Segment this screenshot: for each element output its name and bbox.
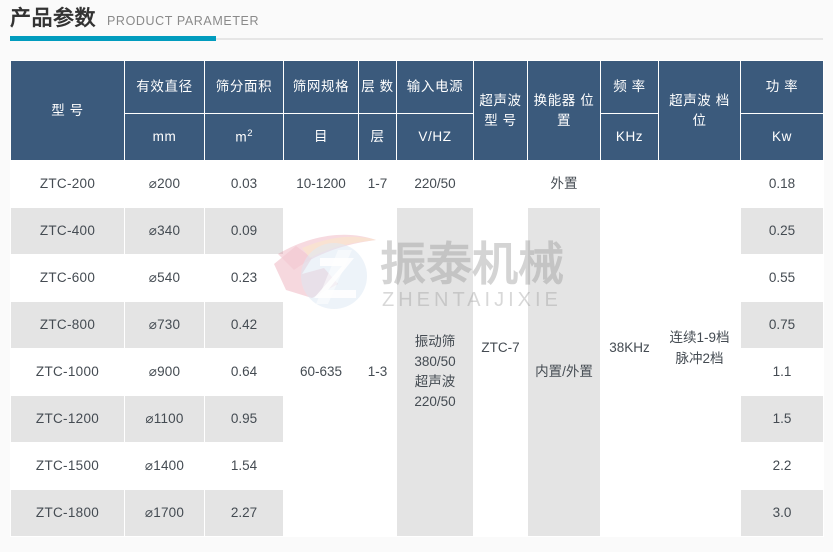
table-body: ZTC-200 ⌀200 0.03 10-1200 1-7 220/50 ZTC… [11, 161, 824, 537]
cell-diameter: ⌀540 [125, 255, 205, 302]
cell-power: 0.18 [741, 161, 824, 208]
cell-diameter: ⌀1700 [125, 490, 205, 537]
cell-diameter: ⌀1400 [125, 443, 205, 490]
cell-diameter: ⌀1100 [125, 396, 205, 443]
cell-model: ZTC-200 [11, 161, 125, 208]
unit-m2-base: m [235, 129, 247, 144]
col-header-ultrasonic-model: 超声波 型 号 [474, 61, 528, 161]
cell-power: 0.75 [741, 302, 824, 349]
cell-model: ZTC-400 [11, 208, 125, 255]
col-header-layers: 层 数 [359, 61, 397, 114]
table-header: 型 号 有效直径 筛分面积 筛网规格 层 数 输入电源 超声波 型 号 换能器 … [11, 61, 824, 161]
cell-model: ZTC-1800 [11, 490, 125, 537]
unit-header-mm: mm [125, 114, 205, 161]
col-header-effective-diameter: 有效直径 [125, 61, 205, 114]
col-header-mesh-spec: 筛网规格 [284, 61, 359, 114]
cell-power: 1.1 [741, 349, 824, 396]
cell-model: ZTC-1200 [11, 396, 125, 443]
unit-header-khz: KHz [601, 114, 659, 161]
cell-area: 2.27 [205, 490, 284, 537]
unit-header-mesh: 目 [284, 114, 359, 161]
cell-area: 0.95 [205, 396, 284, 443]
cell-power: 3.0 [741, 490, 824, 537]
cell-area: 0.42 [205, 302, 284, 349]
cell-input-power: 220/50 [397, 161, 474, 208]
cell-transducer-position: 外置 [528, 161, 601, 208]
cell-power: 2.2 [741, 443, 824, 490]
cell-mesh-spec: 60-635 [284, 208, 359, 537]
col-header-power: 功 率 [741, 61, 824, 114]
cell-layers: 1-3 [359, 208, 397, 537]
cell-area: 0.23 [205, 255, 284, 302]
page-subtitle: PRODUCT PARAMETER [107, 15, 259, 29]
heading-divider [10, 36, 823, 41]
unit-header-voltage: V/HZ [397, 114, 474, 161]
cell-power: 0.55 [741, 255, 824, 302]
unit-header-m2: m2 [205, 114, 284, 161]
page-title: 产品参数 [10, 8, 96, 29]
col-header-transducer-position: 换能器 位 置 [528, 61, 601, 161]
cell-diameter: ⌀900 [125, 349, 205, 396]
cell-diameter: ⌀730 [125, 302, 205, 349]
cell-layers: 1-7 [359, 161, 397, 208]
cell-model: ZTC-1500 [11, 443, 125, 490]
cell-model: ZTC-600 [11, 255, 125, 302]
cell-area: 0.64 [205, 349, 284, 396]
cell-model: ZTC-1000 [11, 349, 125, 396]
cell-diameter: ⌀340 [125, 208, 205, 255]
cell-transducer-position: 内置/外置 [528, 208, 601, 537]
col-header-input-power: 输入电源 [397, 61, 474, 114]
section-heading: 产品参数 PRODUCT PARAMETER [10, 8, 823, 38]
cell-ultrasonic-gear: 连续1-9档 脉冲2档 [659, 161, 741, 537]
cell-power: 1.5 [741, 396, 824, 443]
cell-area: 0.03 [205, 161, 284, 208]
col-header-screening-area: 筛分面积 [205, 61, 284, 114]
divider-accent-bar [10, 36, 216, 41]
col-header-ultrasonic-gear: 超声波 档 位 [659, 61, 741, 161]
product-parameter-page: 产品参数 PRODUCT PARAMETER 振泰机械 ZHENTAIJIXIE [0, 0, 833, 552]
product-spec-table: 型 号 有效直径 筛分面积 筛网规格 层 数 输入电源 超声波 型 号 换能器 … [10, 60, 824, 537]
cell-model: ZTC-800 [11, 302, 125, 349]
unit-header-kw: Kw [741, 114, 824, 161]
header-row-1: 型 号 有效直径 筛分面积 筛网规格 层 数 输入电源 超声波 型 号 换能器 … [11, 61, 824, 114]
cell-frequency: 38KHz [601, 161, 659, 537]
cell-ultrasonic-model: ZTC-7 [474, 161, 528, 537]
spec-table-container: 型 号 有效直径 筛分面积 筛网规格 层 数 输入电源 超声波 型 号 换能器 … [10, 60, 823, 537]
cell-mesh-spec: 10-1200 [284, 161, 359, 208]
col-header-model: 型 号 [11, 61, 125, 161]
unit-header-layer: 层 [359, 114, 397, 161]
cell-area: 1.54 [205, 443, 284, 490]
cell-power: 0.25 [741, 208, 824, 255]
col-header-frequency: 频 率 [601, 61, 659, 114]
cell-input-power: 振动筛 380/50 超声波 220/50 [397, 208, 474, 537]
cell-diameter: ⌀200 [125, 161, 205, 208]
cell-area: 0.09 [205, 208, 284, 255]
unit-m2-superscript: 2 [247, 128, 252, 139]
table-row: ZTC-200 ⌀200 0.03 10-1200 1-7 220/50 ZTC… [11, 161, 824, 208]
